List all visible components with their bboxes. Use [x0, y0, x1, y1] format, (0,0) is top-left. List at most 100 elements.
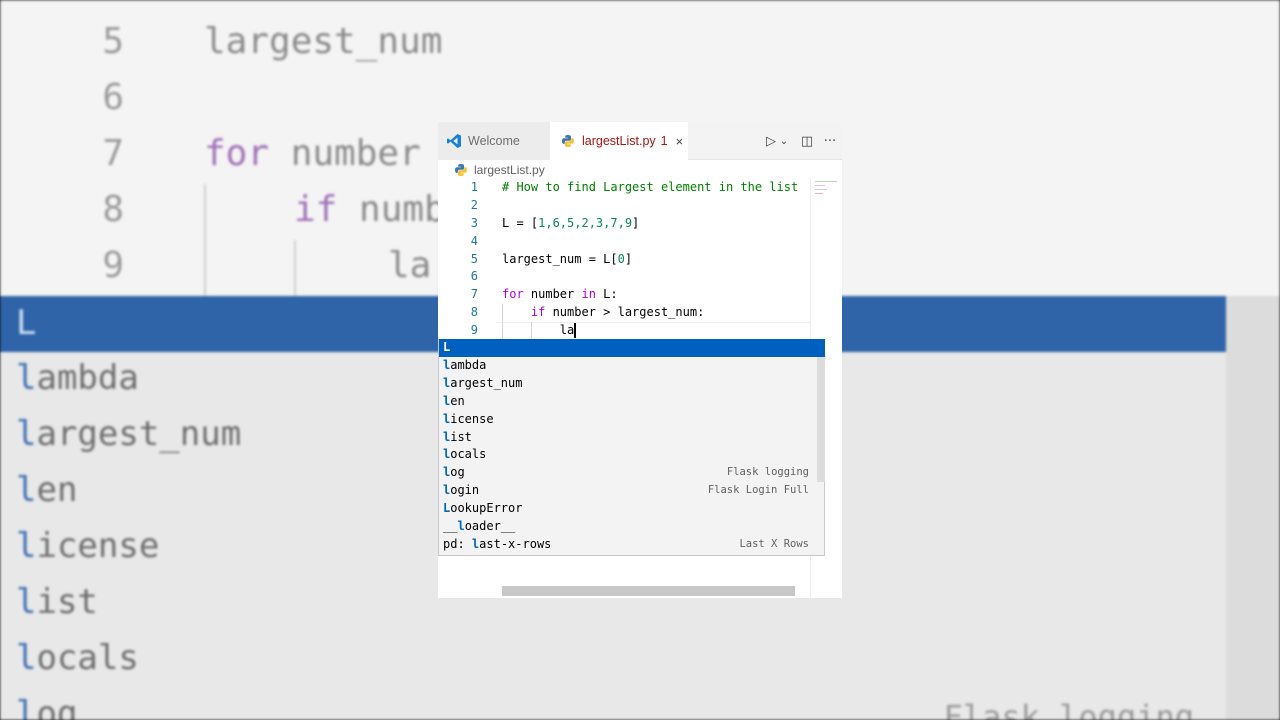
line-number: 9 — [470, 323, 478, 338]
bg-code-rest: largest_num — [204, 21, 443, 62]
bg-suggest-match: l — [16, 694, 37, 720]
bg-code-rest: number — [269, 133, 421, 174]
bg-indent-guide — [294, 240, 296, 296]
suggestion-rest: ocals — [450, 447, 487, 462]
split-editor-icon[interactable]: ◫ — [798, 132, 816, 150]
editor-window: Welcome largestList.py 1 × ▷ ⌄ ◫ ··· lar… — [438, 122, 842, 598]
suggestion-pre: __ — [443, 519, 458, 533]
bg-suggest-match: l — [16, 414, 37, 454]
suggestion-scrollbar[interactable] — [817, 357, 825, 482]
token-nums: 1,6,5,2,3,7,9 — [538, 215, 633, 230]
tab-file-label: largestList.py — [582, 134, 656, 148]
suggestion-item[interactable]: L — [439, 339, 825, 357]
bg-line-number: 7 — [102, 133, 124, 174]
bg-suggest-item: license — [16, 526, 159, 566]
line-number: 6 — [470, 269, 478, 284]
bg-suggest-highlight-text: L — [16, 303, 37, 343]
token-nums: 0 — [617, 251, 625, 266]
suggestion-rest: ist — [450, 429, 472, 444]
bg-indent-guide — [204, 184, 206, 296]
code-line: 5 largest_num = L[0] — [438, 251, 810, 269]
suggestion-item[interactable]: __loader__ — [439, 518, 817, 536]
bg-suggest-rest: en — [36, 470, 78, 510]
run-dropdown-icon[interactable]: ⌄ — [778, 132, 790, 150]
suggestion-match: l — [457, 519, 465, 533]
suggestion-rest: en — [450, 393, 465, 408]
code-line: 9 la — [438, 322, 810, 340]
bg-suggest-item: log — [16, 694, 77, 720]
suggestion-item[interactable]: lambda — [439, 357, 817, 375]
line-number: 8 — [470, 305, 478, 320]
horizontal-scrollbar[interactable] — [502, 586, 795, 596]
code-editor[interactable]: 1 # How to find Largest element in the li… — [438, 179, 810, 340]
breadcrumb: largestList.py — [438, 160, 842, 180]
code-line: 7 for number in L: — [438, 286, 810, 304]
code-line: 3 L = [1,6,5,2,3,7,9] — [438, 215, 810, 233]
token-post: ] — [632, 215, 640, 230]
suggestion-detail: Flask logging — [726, 466, 809, 479]
suggestion-detail: Flask Login Full — [707, 484, 809, 497]
line-number: 4 — [470, 233, 478, 248]
suggestion-item[interactable]: len — [439, 393, 817, 411]
bg-suggest-rest: og — [36, 694, 78, 720]
token-rest: number — [523, 287, 582, 302]
token-rest2: L: — [595, 287, 618, 302]
code-line: 4 — [438, 233, 810, 251]
bg-right-note: Flask logging — [943, 698, 1194, 720]
bg-suggest-item: largest_num — [16, 414, 241, 454]
suggestion-match: L — [443, 340, 451, 354]
line-number: 2 — [470, 197, 478, 212]
bg-code-text: largest_num — [204, 14, 442, 70]
bg-suggest-match: l — [16, 638, 37, 678]
token-pre: largest_num = L[ — [502, 251, 618, 266]
token-kw: if — [530, 305, 546, 320]
tab-bar: Welcome largestList.py 1 × ▷ ⌄ ◫ ··· — [438, 122, 842, 160]
token-rest: la — [559, 323, 575, 338]
bg-code-line: 6 — [0, 70, 1280, 126]
bg-code-rest: numb — [337, 189, 446, 230]
suggestion-item[interactable]: login Flask Login Full — [439, 482, 817, 500]
code-line: 1 # How to find Largest element in the li… — [438, 179, 810, 197]
bg-suggest-match: l — [16, 470, 37, 510]
suggestion-item[interactable]: list — [439, 429, 817, 447]
bg-suggest-rest: ambda — [36, 358, 139, 398]
code-line: 6 — [438, 268, 810, 286]
suggestion-item[interactable]: log Flask logging — [439, 464, 817, 482]
code-text: la — [502, 322, 576, 340]
suggestion-rest: ambda — [450, 357, 487, 372]
vscode-logo-icon — [446, 133, 462, 149]
bg-code-text: la — [388, 238, 431, 294]
bg-suggest-match: l — [16, 358, 37, 398]
token-rest: number > largest_num: — [545, 305, 705, 320]
line-number: 3 — [470, 215, 478, 230]
text-cursor — [574, 323, 576, 339]
more-actions-icon[interactable]: ··· — [821, 132, 839, 150]
tab-welcome[interactable]: Welcome — [438, 122, 550, 160]
bg-suggest-rest: ocals — [36, 638, 139, 678]
bg-suggest-item: locals — [16, 638, 139, 678]
breadcrumb-file[interactable]: largestList.py — [474, 163, 545, 177]
suggestion-detail: Last X Rows — [739, 537, 809, 550]
code-text: for number in L: — [502, 286, 618, 304]
bg-code-rest: la — [388, 245, 432, 286]
suggestion-rest: ast-x-rows — [479, 536, 552, 551]
suggestion-item[interactable]: locals — [439, 446, 817, 464]
suggestion-item[interactable]: license — [439, 411, 817, 429]
bg-code-line: 5 largest_num — [0, 14, 1280, 70]
code-text: if number > largest_num: — [502, 304, 704, 322]
code-line: 2 — [438, 197, 810, 215]
close-tab-icon[interactable]: × — [676, 134, 684, 149]
token-kw2: in — [581, 287, 596, 302]
python-file-icon — [454, 163, 468, 177]
suggestion-rest: og — [450, 465, 465, 480]
token-kw: for — [502, 287, 524, 302]
suggestion-item[interactable]: largest_num — [439, 375, 817, 393]
bg-suggest-rest: icense — [36, 526, 160, 566]
bg-suggest-item: len — [16, 470, 77, 510]
suggestion-item[interactable]: LookupError — [439, 500, 817, 518]
bg-code-text: if numb — [294, 182, 446, 238]
suggestion-rest: argest_num — [450, 375, 523, 390]
tab-largestlist[interactable]: largestList.py 1 × — [550, 122, 688, 160]
suggestion-item[interactable]: pd: last-x-rows Last X Rows — [439, 536, 817, 554]
